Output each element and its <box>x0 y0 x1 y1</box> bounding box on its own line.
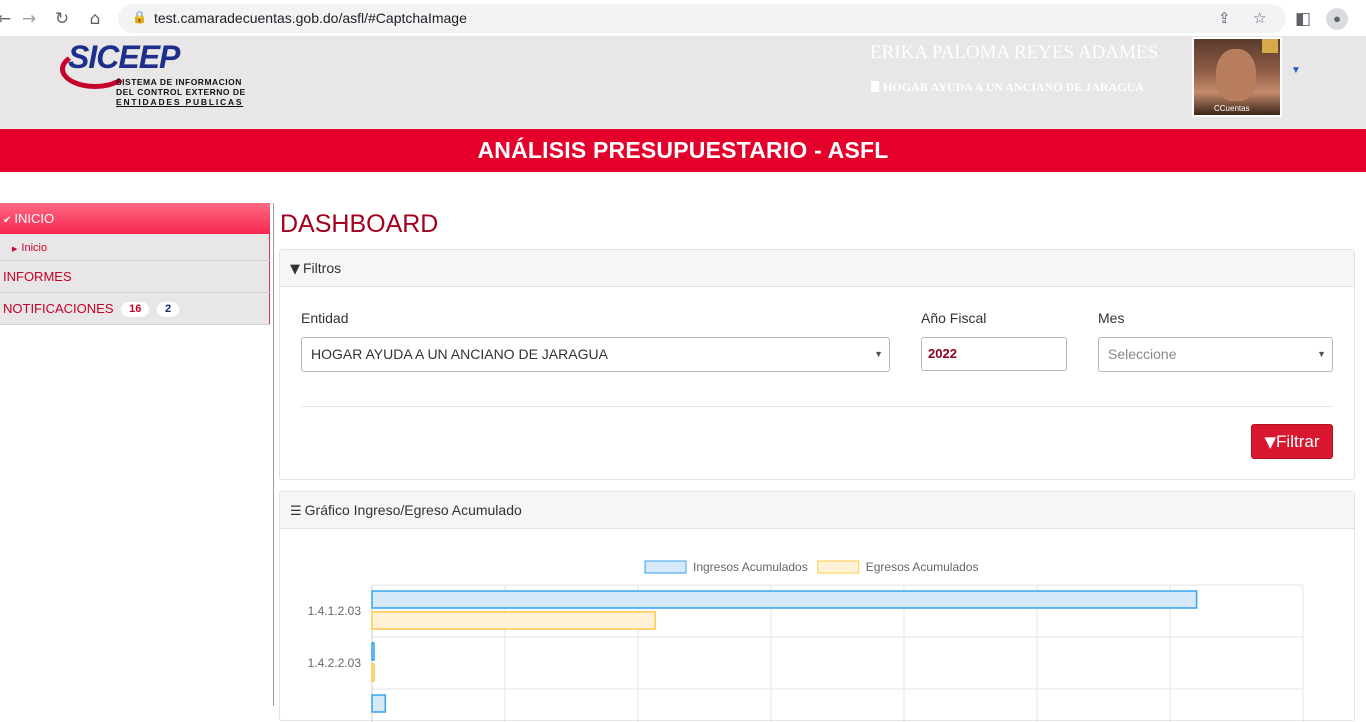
content-divider <box>273 203 274 706</box>
share-icon[interactable]: ⇪ <box>1218 9 1231 27</box>
divider <box>301 406 1333 407</box>
home-icon[interactable]: ⌂ <box>85 9 105 29</box>
sidebar-subitem-label: Inicio <box>21 242 48 254</box>
sidebar-item-notificaciones[interactable]: NOTIFICACIONES 16 2 <box>0 293 270 325</box>
browser-toolbar: ← → ↻ ⌂ 🔒 test.camaradecuentas.gob.do/as… <box>0 0 1366 37</box>
sidebar: ✔ INICIO ▶ Inicio INFORMES NOTIFICACIONES … <box>0 203 270 325</box>
photo-tag: CCuentas <box>1214 104 1250 113</box>
anio-fiscal-label: Año Fiscal <box>921 310 987 326</box>
lock-icon: 🔒 <box>132 10 147 24</box>
filters-panel: ▼ Filtros Entidad HOGAR AYUDA A UN ANCIAN… <box>279 249 1355 480</box>
chevron-down-icon: ▼ <box>874 349 883 359</box>
entidad-value: HOGAR AYUDA A UN ANCIANO DE JARAGUA <box>311 346 608 362</box>
user-entity: HOGAR AYUDA A UN ANCIANO DE JARAGUA <box>871 80 1144 95</box>
mes-label: Mes <box>1098 310 1125 326</box>
filters-panel-header: ▼ Filtros <box>280 250 1354 287</box>
address-bar[interactable]: 🔒 test.camaradecuentas.gob.do/asfl/#Capt… <box>118 4 1286 33</box>
y-tick-label: 1.4.1.2.03 <box>308 604 362 618</box>
reload-icon[interactable]: ↻ <box>52 9 72 29</box>
filter-button-label: Filtrar <box>1276 432 1320 451</box>
star-icon[interactable]: ☆ <box>1253 9 1266 27</box>
user-entity-label: HOGAR AYUDA A UN ANCIANO DE JARAGUA <box>883 80 1144 94</box>
siceep-logo[interactable]: SICEEP SISTEMA DE INFORMACION DEL CONTRO… <box>56 39 256 111</box>
chevron-down-icon: ▼ <box>1317 349 1326 359</box>
chart-title: Gráfico Ingreso/Egreso Acumulado <box>304 502 522 518</box>
filter-icon: ▼ <box>1264 433 1277 451</box>
photo-corner-mark <box>1262 39 1278 53</box>
legend-swatch <box>817 560 860 574</box>
logo-sub-line-1: SISTEMA DE INFORMACION <box>116 77 242 87</box>
logo-sub-line-3: ENTIDADES PUBLICAS <box>116 97 244 107</box>
building-icon <box>871 81 879 92</box>
bar-egresos <box>371 611 657 630</box>
bar-ingresos <box>371 642 375 661</box>
caret-right-icon: ▶ <box>12 246 18 253</box>
side-panel-icon[interactable]: ◧ <box>1293 9 1313 29</box>
bar-egresos <box>371 663 375 682</box>
logo-text: SICEEP <box>68 39 180 75</box>
chevron-down-icon[interactable]: ▼ <box>1291 65 1301 76</box>
logo-subtitle: SISTEMA DE INFORMACION DEL CONTROL EXTER… <box>116 77 246 107</box>
legend-label: Ingresos Acumulados <box>693 560 808 574</box>
bar-ingresos <box>371 590 1198 609</box>
title-bar: ANÁLISIS PRESUPUESTARIO - ASFL <box>0 129 1366 172</box>
filter-button[interactable]: ▼Filtrar <box>1251 424 1333 459</box>
chart-panel: ☰ Gráfico Ingreso/Egreso Acumulado Ingres… <box>279 491 1355 722</box>
page-title: DASHBOARD <box>280 210 439 238</box>
forward-arrow-icon[interactable]: → <box>19 9 39 29</box>
user-name: ERIKA PALOMA REYES ADAMES <box>870 42 1159 63</box>
url-text[interactable]: test.camaradecuentas.gob.do/asfl/#Captch… <box>154 10 467 26</box>
sidebar-item-label: INFORMES <box>3 269 72 284</box>
check-icon: ✔ <box>3 215 12 226</box>
legend-swatch <box>644 560 687 574</box>
back-arrow-icon[interactable]: ← <box>0 9 14 29</box>
page-section-title: ANÁLISIS PRESUPUESTARIO - ASFL <box>477 137 889 163</box>
entidad-select[interactable]: HOGAR AYUDA A UN ANCIANO DE JARAGUA ▼ <box>301 337 890 372</box>
logo-sub-line-2: DEL CONTROL EXTERNO DE <box>116 87 246 97</box>
profile-photo[interactable]: CCuentas <box>1192 37 1282 117</box>
sidebar-item-inicio[interactable]: ✔ INICIO <box>0 203 270 234</box>
sidebar-subitem-inicio[interactable]: ▶ Inicio <box>0 236 270 261</box>
chart-panel-header: ☰ Gráfico Ingreso/Egreso Acumulado <box>280 492 1354 529</box>
sidebar-item-label: INICIO <box>14 211 55 226</box>
app-header: SICEEP SISTEMA DE INFORMACION DEL CONTRO… <box>0 37 1366 129</box>
sidebar-item-informes[interactable]: INFORMES <box>0 261 270 293</box>
profile-face <box>1216 49 1256 101</box>
filter-icon: ▼ <box>290 262 300 277</box>
notification-badge: 2 <box>157 302 180 317</box>
sidebar-item-label: NOTIFICACIONES <box>3 301 114 316</box>
legend-label: Egresos Acumulados <box>866 560 979 574</box>
mes-select[interactable]: Seleccione ▼ <box>1098 337 1333 372</box>
mes-placeholder: Seleccione <box>1108 346 1177 362</box>
anio-fiscal-input[interactable]: 2022 <box>921 337 1067 371</box>
list-icon: ☰ <box>290 504 302 519</box>
ingreso-egreso-chart: Ingresos Acumulados Egresos Acumulados 1.4… <box>308 560 1304 722</box>
filters-title: Filtros <box>303 260 342 276</box>
y-tick-label: 1.4.2.2.03 <box>308 656 362 670</box>
bar-ingresos <box>371 694 387 713</box>
entidad-label: Entidad <box>301 310 349 326</box>
notification-badge: 16 <box>121 302 150 317</box>
profile-icon[interactable]: ● <box>1326 8 1348 30</box>
